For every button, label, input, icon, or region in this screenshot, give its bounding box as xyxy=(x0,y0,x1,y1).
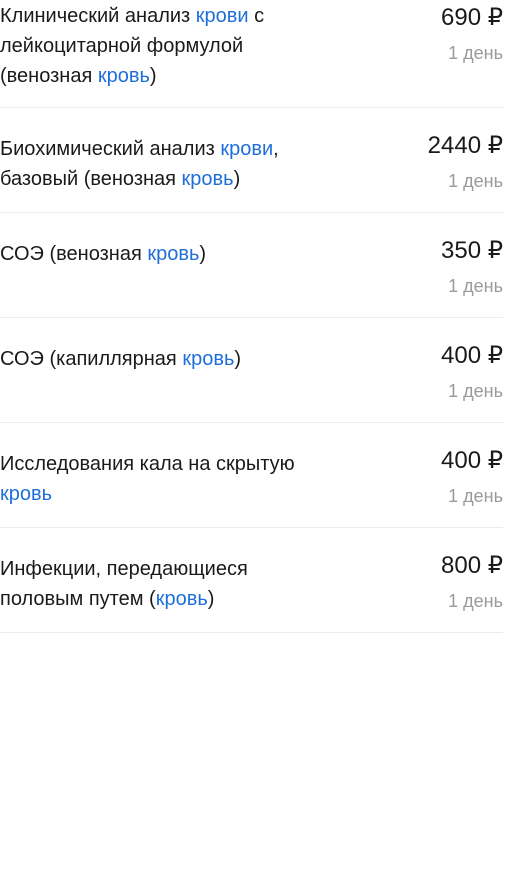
list-item-clinical-blood-test[interactable]: Клинический анализ крови с лейкоцитарной… xyxy=(0,0,503,108)
item-meta: 690 ₽ 1 день xyxy=(441,3,503,65)
highlighted-term: кровь xyxy=(147,243,200,265)
item-meta: 400 ₽ 1 день xyxy=(441,446,503,508)
highlighted-term: кровь xyxy=(97,65,150,87)
item-price: 2440 ₽ xyxy=(427,132,503,159)
item-meta: 350 ₽ 1 день xyxy=(441,236,503,298)
item-price: 800 ₽ xyxy=(441,552,503,579)
item-title: СОЭ (венозная кровь) xyxy=(0,243,207,265)
list-item-esr-venous[interactable]: СОЭ (венозная кровь) 350 ₽ 1 день xyxy=(0,213,503,318)
test-price-list: Клинический анализ крови с лейкоцитарной… xyxy=(0,0,503,633)
item-title: СОЭ (капиллярная кровь) xyxy=(0,348,242,370)
item-duration: 1 день xyxy=(448,171,503,191)
item-price: 350 ₽ xyxy=(441,237,503,264)
item-title: Инфекции, передающиеся половым путем (кр… xyxy=(0,558,248,610)
item-title: Исследования кала на скрытую кровь xyxy=(0,453,295,505)
list-item-biochemical-blood-test[interactable]: Биохимический анализ крови, базовый (вен… xyxy=(0,108,503,213)
item-meta: 2440 ₽ 1 день xyxy=(428,131,503,193)
highlighted-term: крови xyxy=(220,138,274,160)
item-duration: 1 день xyxy=(448,486,503,506)
item-duration: 1 день xyxy=(448,381,503,401)
highlighted-term: крови xyxy=(195,5,249,27)
item-title: Биохимический анализ крови, базовый (вен… xyxy=(0,138,279,190)
item-price: 690 ₽ xyxy=(441,4,503,31)
item-title: Клинический анализ крови с лейкоцитарной… xyxy=(0,5,265,87)
highlighted-term: кровь xyxy=(155,588,208,610)
list-item-esr-capillary[interactable]: СОЭ (капиллярная кровь) 400 ₽ 1 день xyxy=(0,318,503,423)
item-price: 400 ₽ xyxy=(441,342,503,369)
item-meta: 800 ₽ 1 день xyxy=(441,551,503,613)
item-duration: 1 день xyxy=(448,43,503,63)
item-price: 400 ₽ xyxy=(441,447,503,474)
highlighted-term: кровь xyxy=(181,168,234,190)
list-item-sti-test[interactable]: Инфекции, передающиеся половым путем (кр… xyxy=(0,528,503,633)
highlighted-term: кровь xyxy=(0,483,53,505)
item-meta: 400 ₽ 1 день xyxy=(441,341,503,403)
list-item-occult-blood-test[interactable]: Исследования кала на скрытую кровь 400 ₽… xyxy=(0,423,503,528)
item-duration: 1 день xyxy=(448,276,503,296)
highlighted-term: кровь xyxy=(182,348,235,370)
item-duration: 1 день xyxy=(448,591,503,611)
